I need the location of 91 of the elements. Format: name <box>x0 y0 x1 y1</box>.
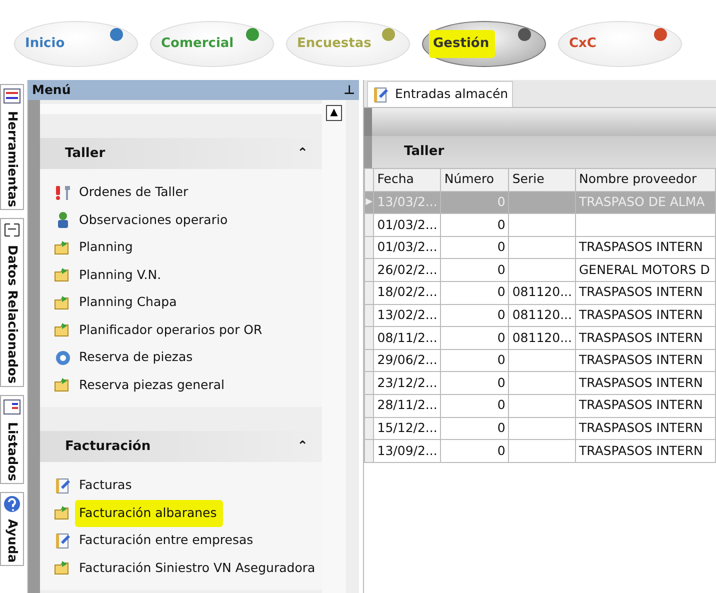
document-icon <box>54 532 72 550</box>
current-row-marker: ▶ <box>364 191 374 214</box>
table-cell: TRASPASO DE ALMA <box>576 191 716 214</box>
menu-item[interactable]: Ordenes de Taller <box>54 179 192 206</box>
table-cell <box>508 440 576 462</box>
table-cell: 13/02/2... <box>374 304 441 327</box>
table-cell: GENERAL MOTORS D <box>576 258 716 282</box>
side-tab[interactable]: Datos Relacionados <box>0 218 24 387</box>
menu-item[interactable]: Observaciones operario <box>54 206 232 234</box>
module-tab[interactable]: CxC <box>558 21 682 67</box>
menu-item[interactable]: Planning <box>54 234 137 262</box>
table-cell: 0 <box>440 281 509 304</box>
side-tab[interactable]: Ayuda <box>0 492 24 566</box>
table-cell: 0 <box>440 326 509 350</box>
menu-item[interactable]: Facturación entre empresas <box>54 527 258 554</box>
table-cell: TRASPASOS INTERN <box>576 349 716 372</box>
table-cell: 08/11/2... <box>374 326 441 350</box>
table-cell: 0 <box>440 349 509 372</box>
column-header[interactable]: Fecha <box>374 168 441 192</box>
table-cell: 0 <box>440 191 509 214</box>
document-tab[interactable]: Entradas almacén <box>367 81 514 107</box>
module-tab[interactable]: Gestión <box>422 21 546 67</box>
table-cell <box>508 417 576 440</box>
menu-item[interactable]: Reserva piezas general <box>54 372 229 399</box>
table-cell <box>508 214 576 236</box>
group-title: Taller <box>404 143 444 162</box>
document-icon <box>54 476 72 495</box>
menu-item[interactable]: Planificador operarios por OR <box>54 316 266 344</box>
table-cell: 01/03/2... <box>374 214 441 236</box>
table-cell <box>508 191 576 214</box>
gear-icon <box>54 348 72 367</box>
table-cell: 13/03/2... <box>374 191 441 214</box>
document-icon <box>372 86 390 104</box>
table-cell: 081120... <box>508 304 576 327</box>
table-cell: TRASPASOS INTERN <box>576 281 716 304</box>
table-cell <box>508 394 576 418</box>
table-cell: TRASPASOS INTERN <box>576 440 716 462</box>
help-icon <box>3 494 21 513</box>
side-tab[interactable]: Listados <box>0 394 24 484</box>
table-cell: 0 <box>440 236 509 259</box>
collapse-button[interactable]: ⌃ <box>297 144 308 164</box>
table-cell: TRASPASOS INTERN <box>576 417 716 440</box>
table-cell: TRASPASOS INTERN <box>576 326 716 350</box>
menu-item[interactable]: Facturas <box>54 472 136 500</box>
table-cell: 01/03/2... <box>374 236 441 259</box>
table-cell: TRASPASOS INTERN <box>576 372 716 394</box>
section-header[interactable]: Taller ⌃ <box>40 138 322 169</box>
table-cell <box>508 258 576 282</box>
table-cell: TRASPASOS INTERN <box>576 394 716 418</box>
column-header[interactable]: Nombre proveedor <box>576 168 716 192</box>
table-cell: 29/06/2... <box>374 349 441 372</box>
scroll-up-button[interactable]: ▲ <box>326 105 342 121</box>
table-cell: 28/11/2... <box>374 394 441 418</box>
table-cell: 0 <box>440 304 509 327</box>
table-cell: 15/12/2... <box>374 417 441 440</box>
table-cell: 081120... <box>508 281 576 304</box>
grid-icon <box>3 398 21 416</box>
table-cell: 0 <box>440 214 509 236</box>
collapse-button[interactable]: ⌃ <box>297 436 308 456</box>
table-cell: 26/02/2... <box>374 258 441 282</box>
menu-item[interactable]: Planning Chapa <box>54 289 181 316</box>
table-cell: 0 <box>440 440 509 462</box>
splitter-bar[interactable] <box>28 100 40 593</box>
module-tab[interactable]: Inicio <box>14 21 138 67</box>
menu-item[interactable]: Planning V.N. <box>54 262 166 289</box>
section-header[interactable]: Facturación ⌃ <box>40 431 322 462</box>
menu-item[interactable]: Facturación albaranes <box>54 500 221 527</box>
table-cell: 0 <box>440 258 509 282</box>
pin-button[interactable]: ⊥ <box>344 80 355 100</box>
table-cell: 0 <box>440 394 509 418</box>
menu-item[interactable]: Reserva de piezas <box>54 344 197 372</box>
column-header[interactable]: Número <box>440 168 509 192</box>
table-cell: TRASPASOS INTERN <box>576 236 716 259</box>
menu-title: Menú <box>32 80 71 99</box>
table-cell <box>508 372 576 394</box>
section-title: Facturación <box>65 438 151 456</box>
side-tab[interactable]: Herramientas <box>0 84 24 210</box>
section-title: Taller <box>65 144 106 163</box>
tools-icon <box>54 184 72 202</box>
table-cell: 23/12/2... <box>374 372 441 394</box>
table-cell <box>508 349 576 372</box>
menu-item[interactable]: Facturación Siniestro VN Aseguradora <box>54 554 320 582</box>
table-cell: 0 <box>440 372 509 394</box>
table-cell: 081120... <box>508 326 576 350</box>
table-cell: 13/09/2... <box>374 440 441 462</box>
column-header[interactable]: Serie <box>508 168 576 192</box>
table-cell: 18/02/2... <box>374 281 441 304</box>
table-cell <box>508 236 576 259</box>
list-icon <box>3 87 21 105</box>
table-cell: 0 <box>440 417 509 440</box>
table-cell: TRASPASOS INTERN <box>576 304 716 327</box>
